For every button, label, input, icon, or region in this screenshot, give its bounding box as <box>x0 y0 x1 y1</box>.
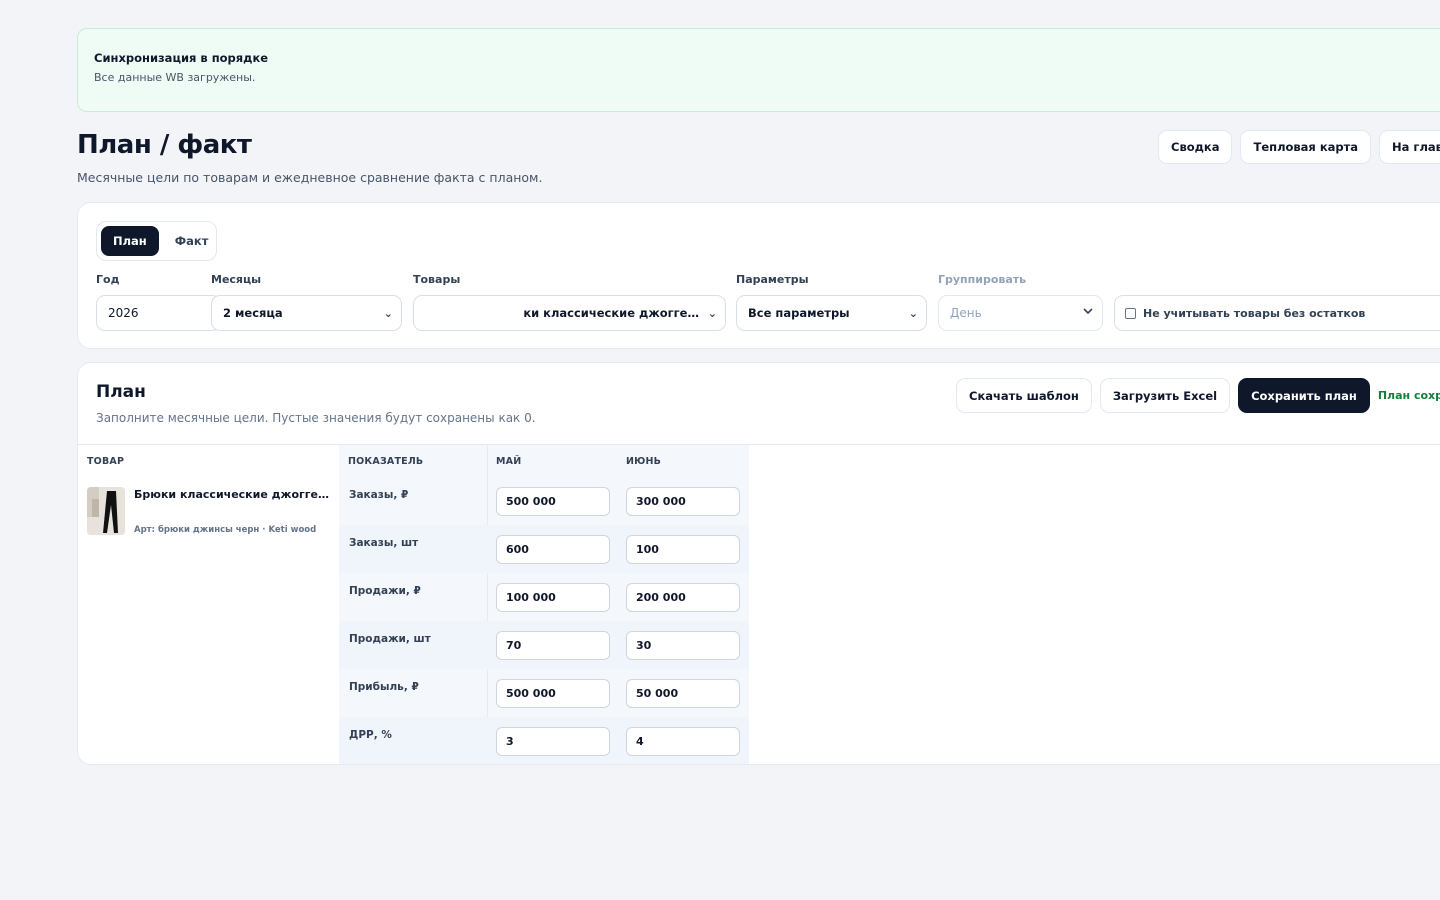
june-input[interactable]: 4 <box>626 727 740 756</box>
year-label: Год <box>96 273 120 286</box>
group-value: День <box>950 306 982 320</box>
banner-title: Синхронизация в порядке <box>94 51 269 65</box>
table-row: Продажи, шт 70 30 <box>339 621 749 669</box>
save-status: План сохранё <box>1377 389 1440 402</box>
chevron-down-icon: ⌄ <box>908 307 918 320</box>
june-input[interactable]: 200 000 <box>626 583 740 612</box>
summary-button[interactable]: Сводка <box>1158 130 1233 164</box>
metric-label: Продажи, ₽ <box>349 585 421 597</box>
months-value: 2 месяца <box>223 306 283 320</box>
plan-fact-toggle: План Факт <box>96 221 217 261</box>
metric-label: Продажи, шт <box>349 633 431 645</box>
year-input[interactable]: 2026 <box>96 295 221 331</box>
group-select[interactable]: День <box>938 295 1103 331</box>
params-label: Параметры <box>736 273 809 286</box>
tab-plan[interactable]: План <box>101 226 159 256</box>
sync-status-banner: Синхронизация в порядке Все данные WB за… <box>77 28 1440 112</box>
table-row: Прибыль, ₽ 500 000 50 000 <box>339 669 749 717</box>
save-plan-button[interactable]: Сохранить план <box>1238 378 1370 413</box>
checkbox-box[interactable] <box>1125 307 1136 319</box>
banner-text: Все данные WB загружены. <box>94 71 256 84</box>
plan-title: План <box>96 382 146 402</box>
metric-label: Заказы, шт <box>349 537 419 549</box>
page-subtitle: Месячные цели по товарам и ежедневное ср… <box>77 170 543 185</box>
months-label: Месяцы <box>211 273 262 286</box>
metric-label: ДРР, % <box>349 729 392 741</box>
home-button[interactable]: На главну <box>1379 130 1440 164</box>
chevron-down-icon: ⌄ <box>383 307 393 320</box>
may-input[interactable]: 100 000 <box>496 583 610 612</box>
divider <box>78 444 1440 445</box>
product-meta: Арт: брюки джинсы черн · Keti wood <box>134 525 317 535</box>
exclude-no-stock-checkbox[interactable]: Не учитывать товары без остатков <box>1114 295 1440 331</box>
product-cell: Брюки классические джоггеры Арт: брюки д… <box>87 487 329 535</box>
col-header-june: ИЮНЬ <box>626 455 662 467</box>
page-title: План / факт <box>77 130 252 160</box>
plan-subtitle: Заполните месячные цели. Пустые значения… <box>96 411 536 425</box>
chevron-down-icon <box>1082 305 1094 320</box>
products-value: ки классические джогге… <box>523 306 699 320</box>
col-header-metric: ПОКАЗАТЕЛЬ <box>348 455 424 467</box>
product-name[interactable]: Брюки классические джоггеры <box>134 488 329 501</box>
products-label: Товары <box>413 273 461 286</box>
metric-label: Прибыль, ₽ <box>349 681 419 693</box>
header-actions: Сводка Тепловая карта На главну <box>1158 130 1440 164</box>
plan-actions: Скачать шаблон Загрузить Excel Сохранить… <box>956 378 1440 413</box>
heatmap-button[interactable]: Тепловая карта <box>1240 130 1372 164</box>
may-input[interactable]: 3 <box>496 727 610 756</box>
products-select[interactable]: ки классические джогге… ⌄ <box>413 295 726 331</box>
upload-excel-button[interactable]: Загрузить Excel <box>1099 378 1231 413</box>
group-label: Группировать <box>938 273 1027 286</box>
params-value: Все параметры <box>748 306 850 320</box>
filters-card: План Факт Год Месяцы Товары Параметры Гр… <box>77 202 1440 349</box>
params-select[interactable]: Все параметры ⌄ <box>736 295 927 331</box>
download-template-button[interactable]: Скачать шаблон <box>956 378 1092 413</box>
may-input[interactable]: 600 <box>496 535 610 564</box>
june-input[interactable]: 300 000 <box>626 487 740 516</box>
may-input[interactable]: 500 000 <box>496 679 610 708</box>
metric-label: Заказы, ₽ <box>349 489 409 501</box>
col-header-product: ТОВАР <box>87 455 125 467</box>
june-input[interactable]: 50 000 <box>626 679 740 708</box>
months-select[interactable]: 2 месяца ⌄ <box>211 295 402 331</box>
chevron-down-icon: ⌄ <box>707 307 717 320</box>
year-value: 2026 <box>108 306 139 320</box>
may-input[interactable]: 500 000 <box>496 487 610 516</box>
may-input[interactable]: 70 <box>496 631 610 660</box>
col-header-may: МАЙ <box>496 455 522 467</box>
june-input[interactable]: 100 <box>626 535 740 564</box>
table-row: Продажи, ₽ 100 000 200 000 <box>339 573 749 621</box>
table-row: Заказы, шт 600 100 <box>339 525 749 573</box>
table-row: Заказы, ₽ 500 000 300 000 <box>339 477 749 525</box>
product-thumbnail <box>87 487 125 535</box>
plan-card: План Заполните месячные цели. Пустые зна… <box>77 362 1440 765</box>
tab-fact[interactable]: Факт <box>163 226 221 256</box>
table-row: ДРР, % 3 4 <box>339 717 749 764</box>
june-input[interactable]: 30 <box>626 631 740 660</box>
exclude-no-stock-label: Не учитывать товары без остатков <box>1143 306 1366 320</box>
